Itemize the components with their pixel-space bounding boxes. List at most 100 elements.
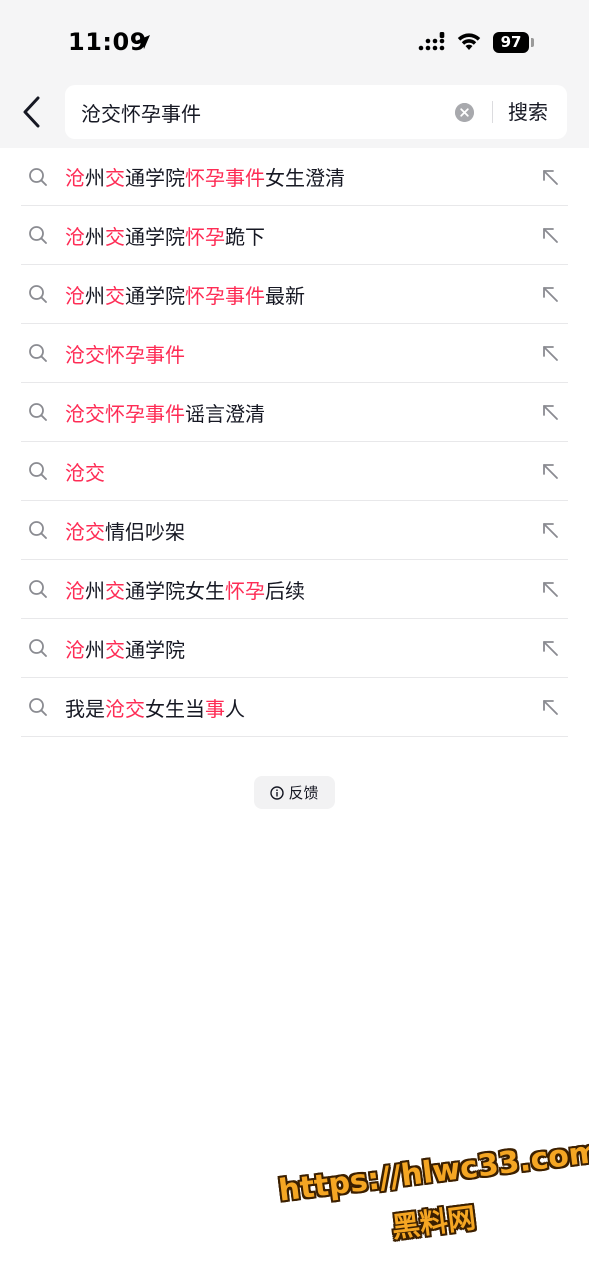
suggestion-highlight: 事	[205, 696, 225, 721]
suggestion-highlight: 交	[105, 224, 125, 249]
search-icon	[29, 403, 47, 421]
feedback-label: 反馈	[288, 784, 319, 802]
search-icon	[29, 521, 47, 539]
fill-query-arrow-icon[interactable]	[540, 697, 560, 717]
battery-indicator: 97	[493, 32, 529, 53]
search-header: 搜索	[0, 80, 589, 148]
status-bar: 11:09 97	[0, 0, 589, 80]
suggestion-segment: 后续	[265, 578, 305, 603]
suggestion-highlight: 交	[105, 637, 125, 662]
suggestion-highlight: 沧交	[105, 696, 145, 721]
suggestion-highlight: 沧交怀孕事件	[65, 401, 185, 426]
location-arrow-icon	[136, 35, 150, 49]
search-icon	[29, 639, 47, 657]
fill-query-arrow-icon[interactable]	[540, 520, 560, 540]
suggestion-text: 沧州交通学院	[65, 619, 185, 677]
suggestion-segment: 情侣吵架	[105, 519, 185, 544]
suggestion-segment: 州	[85, 224, 105, 249]
fill-query-arrow-icon[interactable]	[540, 461, 560, 481]
suggestion-item[interactable]: 沧交怀孕事件	[21, 324, 568, 383]
suggestion-highlight: 怀孕	[185, 224, 225, 249]
suggestion-highlight: 怀孕事件	[185, 283, 265, 308]
suggestion-item[interactable]: 我是 沧交 女生当事人	[21, 678, 568, 737]
suggestion-item[interactable]: 沧州交通学院 怀孕 跪下	[21, 206, 568, 265]
watermark-name: 黑料网	[390, 1201, 478, 1245]
suggestion-item[interactable]: 沧交怀孕事件 谣言澄清	[21, 383, 568, 442]
suggestion-segment: 州	[85, 637, 105, 662]
suggestion-segment: 州	[85, 578, 105, 603]
fill-query-arrow-icon[interactable]	[540, 579, 560, 599]
suggestion-text: 沧交怀孕事件	[65, 324, 185, 382]
suggestion-highlight: 怀孕事件	[185, 166, 265, 190]
chevron-left-icon	[23, 96, 40, 128]
feedback-button[interactable]: 反馈	[254, 776, 335, 809]
search-button[interactable]: 搜索	[508, 85, 548, 139]
suggestion-segment: 通学院	[125, 224, 185, 249]
suggestion-text: 沧州交通学院女生 怀孕 后续	[65, 560, 305, 618]
fill-query-arrow-icon[interactable]	[540, 638, 560, 658]
suggestion-list: 沧州交通学院 怀孕事件 女生澄清沧州交通学院 怀孕 跪下沧州交通学院 怀孕事件 最新 沧交怀孕…	[21, 148, 568, 737]
search-icon	[29, 698, 47, 716]
fill-query-arrow-icon[interactable]	[540, 402, 560, 422]
search-icon	[29, 285, 47, 303]
suggestion-segment: 最新	[265, 283, 305, 308]
suggestion-highlight: 沧	[65, 166, 85, 190]
suggestion-item[interactable]: 沧州交通学院 怀孕事件 女生澄清	[21, 148, 568, 206]
fill-query-arrow-icon[interactable]	[540, 343, 560, 363]
suggestion-segment: 通学院	[125, 637, 185, 662]
fill-query-arrow-icon[interactable]	[540, 284, 560, 304]
suggestion-highlight: 交	[105, 578, 125, 603]
suggestion-segment: 通学院女生	[125, 578, 225, 603]
suggestion-segment: 通学院	[125, 166, 185, 190]
cellular-signal-icon	[418, 32, 445, 51]
suggestion-item[interactable]: 沧州交通学院女生 怀孕 后续	[21, 560, 568, 619]
suggestion-segment: 女生澄清	[265, 166, 345, 190]
suggestion-highlight: 沧	[65, 283, 85, 308]
search-icon	[29, 462, 47, 480]
suggestion-text: 沧交怀孕事件 谣言澄清	[65, 383, 265, 441]
fill-query-arrow-icon[interactable]	[540, 225, 560, 245]
suggestion-segment: 跪下	[225, 224, 265, 249]
suggestion-text: 沧交	[65, 442, 105, 500]
suggestion-highlight: 交	[105, 166, 125, 190]
suggestion-segment: 州	[85, 283, 105, 308]
suggestion-highlight: 沧交怀孕事件	[65, 342, 185, 367]
suggestion-highlight: 交	[105, 283, 125, 308]
suggestion-highlight: 怀孕	[225, 578, 265, 603]
watermark: https://hlwc33.com 黑料网	[276, 1131, 589, 1267]
suggestion-segment: 通学院	[125, 283, 185, 308]
suggestion-text: 沧交 情侣吵架	[65, 501, 185, 559]
suggestion-highlight: 沧	[65, 637, 85, 662]
search-icon	[29, 344, 47, 362]
suggestion-item[interactable]: 沧州交通学院	[21, 619, 568, 678]
search-input[interactable]	[81, 85, 441, 139]
battery-cap	[531, 38, 534, 47]
search-box: 搜索	[65, 85, 567, 139]
suggestion-segment: 我是	[65, 696, 105, 721]
search-icon	[29, 167, 47, 186]
suggestion-text: 沧州交通学院 怀孕事件 最新	[65, 265, 305, 323]
suggestion-highlight: 沧	[65, 578, 85, 603]
watermark-url: https://hlwc33.com	[276, 1134, 589, 1209]
suggestion-segment: 人	[225, 696, 245, 721]
suggestion-highlight: 沧	[65, 224, 85, 249]
suggestion-segment: 州	[85, 166, 105, 190]
suggestion-item[interactable]: 沧交	[21, 442, 568, 501]
suggestion-highlight: 沧交	[65, 460, 105, 485]
search-icon	[29, 580, 47, 598]
back-button[interactable]	[14, 92, 50, 132]
suggestion-item[interactable]: 沧州交通学院 怀孕事件 最新	[21, 265, 568, 324]
search-icon	[29, 226, 47, 244]
fill-query-arrow-icon[interactable]	[540, 167, 560, 187]
suggestion-highlight: 沧交	[65, 519, 105, 544]
suggestion-text: 我是 沧交 女生当事人	[65, 678, 245, 736]
clear-circle-icon[interactable]	[455, 103, 474, 122]
wifi-icon	[457, 33, 481, 50]
suggestion-item[interactable]: 沧交 情侣吵架	[21, 501, 568, 560]
suggestion-text: 沧州交通学院 怀孕事件 女生澄清	[65, 148, 345, 205]
info-icon	[270, 785, 285, 800]
suggestion-segment: 女生当	[145, 696, 205, 721]
suggestion-text: 沧州交通学院 怀孕 跪下	[65, 206, 265, 264]
suggestion-segment: 谣言澄清	[185, 401, 265, 426]
search-divider	[492, 101, 493, 123]
